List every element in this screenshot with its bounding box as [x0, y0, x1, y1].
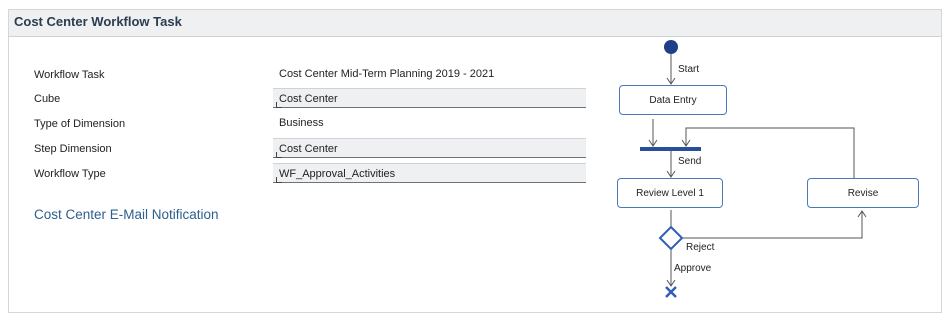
revise-node-label: Revise — [847, 187, 879, 199]
type-of-dimension-value: Business — [273, 113, 586, 133]
data-entry-node[interactable]: Data Entry — [619, 85, 727, 115]
end-x-icon[interactable] — [665, 286, 677, 298]
workflow-task-value: Cost Center Mid-Term Planning 2019 - 202… — [273, 64, 586, 84]
email-notification-link[interactable]: Cost Center E-Mail Notification — [34, 207, 219, 222]
start-node-icon[interactable] — [664, 40, 678, 54]
data-entry-node-label: Data Entry — [649, 94, 697, 106]
field-label-type-of-dimension: Type of Dimension — [34, 118, 126, 130]
field-label-workflow-task: Workflow Task — [34, 69, 105, 81]
revise-return-connector — [685, 127, 855, 178]
approve-label: Approve — [674, 263, 712, 274]
field-label-step-dimension: Step Dimension — [34, 143, 112, 155]
step-dimension-field-text: Cost Center — [279, 143, 338, 155]
send-label: Send — [678, 156, 702, 167]
field-label-workflow-type: Workflow Type — [34, 168, 106, 180]
cube-field-text: Cost Center — [279, 93, 338, 105]
review-level-1-node-label: Review Level 1 — [636, 187, 704, 199]
revise-node[interactable]: Revise — [807, 178, 919, 208]
start-label: Start — [678, 64, 700, 75]
panel-title: Cost Center Workflow Task — [14, 14, 182, 29]
cube-field[interactable]: Cost Center — [273, 88, 586, 108]
step-dimension-field[interactable]: Cost Center — [273, 138, 586, 158]
review-level-1-node[interactable]: Review Level 1 — [617, 178, 723, 208]
workflow-diagram — [640, 40, 867, 298]
decision-diamond-icon[interactable] — [658, 225, 684, 251]
workflow-type-field-text: WF_Approval_Activities — [279, 168, 396, 180]
workflow-type-field[interactable]: WF_Approval_Activities — [273, 163, 586, 183]
reject-connector — [682, 212, 863, 239]
workflow-task-value-text: Cost Center Mid-Term Planning 2019 - 202… — [279, 68, 495, 80]
type-of-dimension-value-text: Business — [279, 117, 324, 129]
reject-label: Reject — [686, 242, 715, 253]
field-label-cube: Cube — [34, 93, 61, 105]
